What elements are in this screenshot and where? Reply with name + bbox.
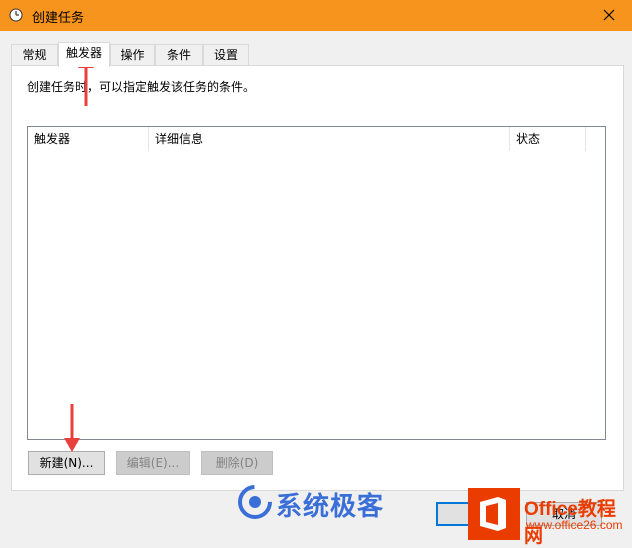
clock-icon <box>9 8 23 22</box>
column-header-trigger[interactable]: 触发器 <box>28 127 148 151</box>
window-title: 创建任务 <box>32 11 85 26</box>
watermark-logo-right: Office教程网 www.office26.com <box>468 488 632 547</box>
tab-actions[interactable]: 操作 <box>110 44 155 65</box>
edit-button[interactable]: 编辑(E)... <box>116 451 190 475</box>
column-separator[interactable] <box>585 127 586 151</box>
watermark-logo-left: 系统极客 <box>236 482 404 522</box>
tab-general[interactable]: 常规 <box>11 44 58 65</box>
trigger-list[interactable]: 触发器 详细信息 状态 <box>27 126 606 440</box>
watermark-right-url: www.office26.com <box>526 518 623 532</box>
tab-triggers[interactable]: 触发器 <box>58 42 110 67</box>
watermark-left-text: 系统极客 <box>276 492 385 522</box>
close-button[interactable] <box>586 0 632 31</box>
column-header-details[interactable]: 详细信息 <box>149 127 509 151</box>
title-bar: 创建任务 <box>0 0 632 31</box>
tab-settings[interactable]: 设置 <box>203 44 249 65</box>
new-button[interactable]: 新建(N)... <box>28 451 105 475</box>
description-text: 创建任务时，可以指定触发该任务的条件。 <box>27 80 256 94</box>
delete-button[interactable]: 删除(D) <box>201 451 273 475</box>
column-header-status[interactable]: 状态 <box>510 127 585 151</box>
annotation-arrow-down <box>64 404 80 452</box>
tab-conditions[interactable]: 条件 <box>155 44 203 65</box>
office-logo-icon <box>468 488 520 540</box>
close-icon <box>603 9 615 21</box>
